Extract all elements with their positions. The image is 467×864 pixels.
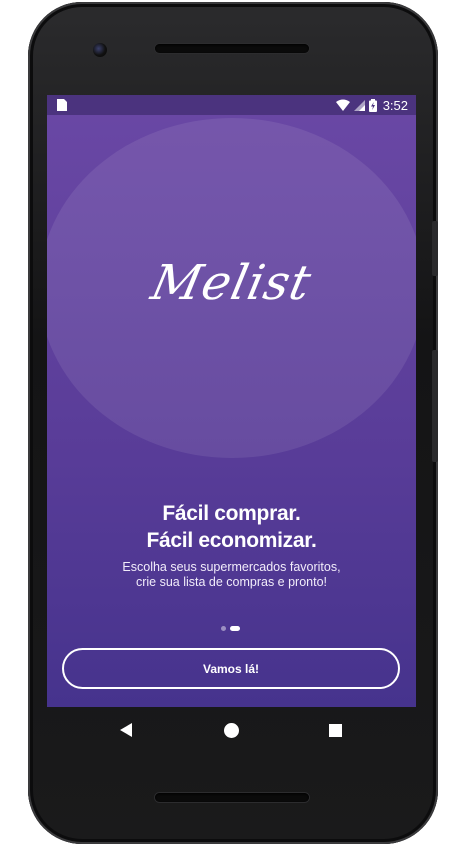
power-button [432,221,438,276]
battery-charging-icon [368,98,377,112]
onboarding-subtitle: Escolha seus supermercados favoritos, cr… [47,560,416,590]
melist-logo: Melist [146,255,317,311]
vamos-la-button[interactable]: Vamos lá! [62,648,400,689]
bottom-speaker [155,793,309,802]
headline-line-2: Fácil economizar. [146,529,317,552]
wifi-icon [335,99,350,111]
subtitle-line-1: Escolha seus supermercados favoritos, [122,560,341,574]
page-dot[interactable] [221,626,226,631]
volume-button [432,350,438,462]
page-dot-active[interactable] [230,626,240,631]
back-button[interactable] [117,720,137,740]
recents-button[interactable] [325,720,345,740]
navigation-bar [47,707,416,753]
app-screen: 3:52 Melist Fácil comprar. Fácil economi… [47,95,416,707]
page-indicator [221,626,240,631]
sim-card-icon [57,99,67,111]
home-button[interactable] [221,720,241,740]
home-icon [223,722,239,738]
signal-icon [353,99,365,111]
back-icon [120,723,132,737]
headline-line-1: Fácil comprar. [162,502,301,525]
status-bar: 3:52 [47,95,416,115]
onboarding-headline: Fácil comprar. Fácil economizar. [47,500,416,554]
subtitle-line-2: crie sua lista de compras e pronto! [135,575,328,589]
front-camera [93,43,107,57]
top-speaker [155,44,309,53]
status-time: 3:52 [382,97,408,113]
recents-icon [328,723,342,737]
